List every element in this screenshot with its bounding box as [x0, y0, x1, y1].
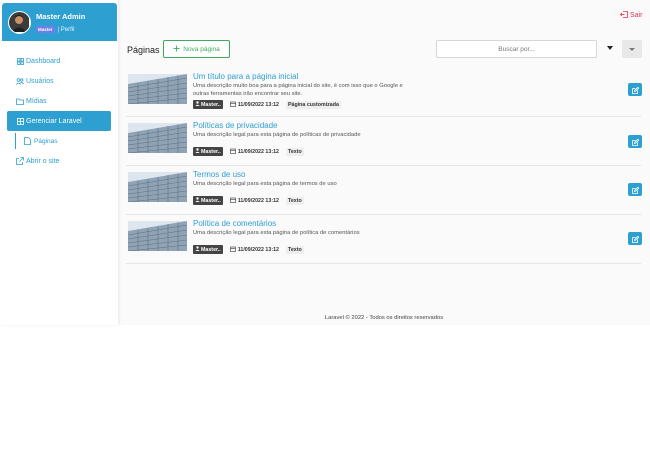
page-meta: Master.. 11/09/2022 13:12 Texto: [193, 196, 304, 205]
calendar-icon: [229, 148, 236, 156]
author-name: Master..: [201, 197, 221, 204]
page-meta: Master.. 11/09/2022 13:12 Texto: [193, 245, 304, 254]
page-description: Uma descrição legal para esta página de …: [193, 181, 337, 187]
page-title-link[interactable]: Política de comentários: [193, 219, 276, 228]
page-title: Páginas: [127, 45, 160, 55]
sidebar: Master Admin Master | Perfil Dashboard U…: [0, 0, 118, 325]
edit-icon: [631, 133, 639, 151]
page-type-badge: Texto: [285, 196, 304, 205]
page-meta: Master.. 11/09/2022 13:12 Página customi…: [193, 100, 341, 109]
page-date: 11/09/2022 13:12: [229, 246, 279, 254]
author-badge: Master..: [193, 147, 223, 156]
edit-icon: [631, 81, 639, 99]
author-name: Master..: [201, 101, 221, 108]
folder-icon: [16, 97, 24, 105]
external-link-icon: [16, 157, 24, 165]
sidebar-item-label: Usuários: [26, 77, 54, 85]
sidebar-item-label: Gerenciar Laravel: [26, 117, 82, 125]
avatar[interactable]: [8, 11, 31, 34]
page-description: Uma descrição legal para esta página de …: [193, 230, 360, 236]
footer-text: Laravel © 2022 - Todos os direitos reser…: [324, 315, 444, 321]
author-badge: Master..: [193, 196, 223, 205]
sidebar-item-pages[interactable]: Páginas: [0, 131, 118, 151]
plus-icon: [173, 45, 180, 54]
list-item: Um título para a página inicial Uma desc…: [126, 68, 642, 117]
user-name: Master Admin: [36, 12, 86, 21]
logout-label: Sair: [630, 12, 643, 19]
page-description: Uma descrição muito boa para a página in…: [193, 83, 403, 97]
sidebar-item-dashboard[interactable]: Dashboard: [0, 51, 118, 71]
user-icon: [195, 101, 200, 108]
chevron-down-icon: [629, 47, 635, 51]
edit-button[interactable]: [628, 183, 642, 196]
author-badge: Master..: [193, 245, 223, 254]
edit-button[interactable]: [628, 232, 642, 245]
list-item: Políticas de privacidade Uma descrição l…: [126, 117, 642, 166]
user-icon: [195, 148, 200, 155]
new-page-label: Nova página: [183, 45, 220, 53]
page-title-link[interactable]: Termos de uso: [193, 170, 245, 179]
page-type-badge: Página customizada: [285, 100, 341, 109]
page-title-link[interactable]: Um título para a página inicial: [193, 72, 298, 81]
sidebar-item-open-site[interactable]: Abrir o site: [0, 151, 118, 171]
page-date: 11/09/2022 13:12: [229, 197, 279, 205]
grid-icon: [16, 117, 24, 125]
page-description: Uma descrição legal para esta página de …: [193, 132, 361, 138]
sidebar-item-label: Abrir o site: [26, 157, 60, 165]
role-badge: Master: [36, 26, 55, 33]
page-thumbnail: [128, 172, 187, 202]
users-icon: [16, 77, 24, 85]
logout-button[interactable]: Sair: [619, 11, 643, 20]
author-badge: Master..: [193, 100, 223, 109]
page-type-badge: Texto: [285, 245, 304, 254]
edit-button[interactable]: [628, 135, 642, 148]
user-icon: [195, 197, 200, 204]
calendar-icon: [229, 197, 236, 205]
page-date: 11/09/2022 13:12: [229, 148, 279, 156]
sidebar-item-label: Páginas: [34, 137, 58, 145]
logout-icon: [619, 11, 628, 20]
new-page-button[interactable]: Nova página: [163, 40, 230, 58]
date-text: 11/09/2022 13:12: [237, 197, 279, 204]
pages-list: Um título para a página inicial Uma desc…: [126, 68, 642, 264]
page-title-link[interactable]: Políticas de privacidade: [193, 121, 278, 130]
list-item: Política de comentários Uma descrição le…: [126, 215, 642, 264]
author-name: Master..: [201, 148, 221, 155]
search-input[interactable]: [436, 40, 597, 58]
filter-dropdown-button[interactable]: [622, 40, 642, 58]
sidebar-nav: Dashboard Usuários Mídias Gerenciar Lara…: [0, 51, 118, 171]
profile-link[interactable]: | Perfil: [58, 27, 75, 33]
calendar-icon: [229, 101, 236, 109]
edit-icon: [631, 181, 639, 199]
app-shell: Master Admin Master | Perfil Dashboard U…: [0, 0, 650, 325]
date-text: 11/09/2022 13:12: [237, 246, 279, 253]
sidebar-item-manage-laravel[interactable]: Gerenciar Laravel: [7, 111, 111, 131]
page-thumbnail: [128, 123, 187, 153]
page-date: 11/09/2022 13:12: [229, 101, 279, 109]
sidebar-item-users[interactable]: Usuários: [0, 71, 118, 91]
dashboard-icon: [16, 57, 24, 65]
user-panel: Master Admin Master | Perfil: [2, 3, 117, 41]
file-icon: [24, 137, 32, 145]
sidebar-item-media[interactable]: Mídias: [0, 91, 118, 111]
author-name: Master..: [201, 246, 221, 253]
user-icon: [195, 246, 200, 253]
calendar-icon: [229, 246, 236, 254]
date-text: 11/09/2022 13:12: [237, 101, 279, 108]
date-text: 11/09/2022 13:12: [237, 148, 279, 155]
sidebar-item-label: Dashboard: [26, 57, 61, 65]
page-thumbnail: [128, 221, 187, 251]
page-meta: Master.. 11/09/2022 13:12 Texto: [193, 147, 304, 156]
edit-button[interactable]: [628, 83, 642, 96]
caret-down-icon[interactable]: [607, 46, 613, 50]
sidebar-item-label: Mídias: [26, 97, 47, 105]
page-type-badge: Texto: [285, 147, 304, 156]
user-role: Master | Perfil: [36, 26, 74, 33]
page-thumbnail: [128, 74, 187, 104]
edit-icon: [631, 230, 639, 248]
list-item: Termos de uso Uma descrição legal para e…: [126, 166, 642, 215]
